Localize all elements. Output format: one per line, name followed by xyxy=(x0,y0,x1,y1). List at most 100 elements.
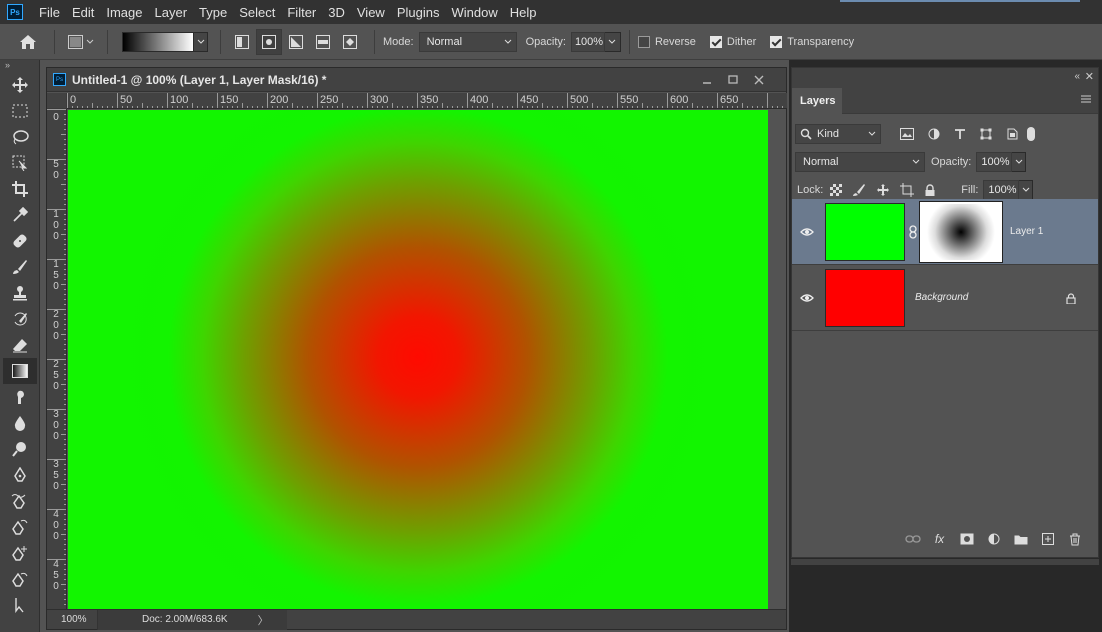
layer-opacity-dropdown[interactable] xyxy=(1012,152,1027,172)
dodge-tool[interactable] xyxy=(3,436,37,462)
menu-type[interactable]: Type xyxy=(193,5,233,20)
menu-help[interactable]: Help xyxy=(504,5,543,20)
lock-all-icon[interactable] xyxy=(924,183,936,197)
opacity-field[interactable]: 100% xyxy=(570,31,605,52)
reflected-gradient-button[interactable] xyxy=(310,29,336,55)
lock-position-icon[interactable] xyxy=(876,183,890,197)
adjustment-layer-button[interactable] xyxy=(980,533,1007,545)
angle-gradient-button[interactable] xyxy=(283,29,309,55)
healing-brush-tool[interactable] xyxy=(3,228,37,254)
transparency-checkbox[interactable] xyxy=(770,35,783,48)
move-tool[interactable] xyxy=(3,72,37,98)
mode-select[interactable]: Normal xyxy=(418,31,517,52)
lasso-tool[interactable] xyxy=(3,124,37,150)
gradient-editor-swatch[interactable] xyxy=(122,31,194,52)
type-filter-icon[interactable] xyxy=(954,128,966,140)
mask-link-toggle[interactable] xyxy=(905,224,920,239)
lock-pixels-icon[interactable] xyxy=(852,183,866,197)
toolbox-collapse-button[interactable]: » xyxy=(0,60,39,72)
minimize-button[interactable] xyxy=(694,71,720,89)
diamond-gradient-button[interactable] xyxy=(337,29,363,55)
marquee-tool[interactable] xyxy=(3,98,37,124)
blur-tool[interactable] xyxy=(3,410,37,436)
panel-resize-strip[interactable] xyxy=(791,559,1099,565)
vertical-ruler[interactable]: 0 5 0 1 0 0 1 5 0 2 0 0 2 5 0 3 0 0 3 5 … xyxy=(47,109,67,609)
layer-name[interactable]: Background xyxy=(915,292,968,303)
menu-layer[interactable]: Layer xyxy=(149,5,194,20)
status-menu-arrow[interactable]: 〉 xyxy=(258,612,269,628)
brush-tool[interactable] xyxy=(3,254,37,280)
lock-artboard-icon[interactable] xyxy=(900,183,915,197)
layer-mask-thumbnail[interactable] xyxy=(919,200,1003,263)
collapse-panel-button[interactable]: « xyxy=(1074,71,1080,82)
adjustment-filter-icon[interactable] xyxy=(928,128,940,140)
crop-tool[interactable] xyxy=(3,176,37,202)
opacity-slider-dropdown[interactable] xyxy=(604,31,621,52)
fill-dropdown[interactable] xyxy=(1019,180,1034,200)
layer-row-layer-1[interactable]: Layer 1 xyxy=(792,199,1098,265)
layer-name[interactable]: Layer 1 xyxy=(1010,226,1043,237)
gradient-tool[interactable] xyxy=(3,358,37,384)
menu-file[interactable]: File xyxy=(33,5,66,20)
image-filter-icon[interactable] xyxy=(900,128,914,140)
eyedropper-tool[interactable] xyxy=(3,202,37,228)
zoom-field[interactable]: 100% xyxy=(47,614,97,625)
blend-mode-select[interactable]: Normal xyxy=(795,152,925,172)
eraser-tool[interactable] xyxy=(3,332,37,358)
freeform-pen-tool[interactable] xyxy=(3,488,37,514)
smudge-tool[interactable] xyxy=(3,384,37,410)
filter-toggle-switch[interactable] xyxy=(1027,127,1035,141)
tool-preset-picker[interactable] xyxy=(63,30,99,54)
layer-thumbnail[interactable] xyxy=(825,268,905,327)
filter-kind-select[interactable]: Kind xyxy=(795,124,881,144)
menu-select[interactable]: Select xyxy=(233,5,281,20)
tab-layers[interactable]: Layers xyxy=(792,88,842,114)
history-brush-tool[interactable] xyxy=(3,306,37,332)
panel-menu-button[interactable] xyxy=(1080,93,1092,107)
pen-tool[interactable] xyxy=(3,462,37,488)
lock-transparent-icon[interactable] xyxy=(830,184,843,196)
document-tab[interactable]: Ps Untitled-1 @ 100% (Layer 1, Layer Mas… xyxy=(47,68,786,92)
menu-filter[interactable]: Filter xyxy=(281,5,322,20)
delete-anchor-tool[interactable] xyxy=(3,566,37,592)
radial-gradient-button[interactable] xyxy=(256,28,282,55)
menu-plugins[interactable]: Plugins xyxy=(391,5,446,20)
menu-window[interactable]: Window xyxy=(445,5,503,20)
add-anchor-tool[interactable] xyxy=(3,540,37,566)
dither-checkbox[interactable] xyxy=(709,35,722,48)
layer-style-button[interactable]: fx xyxy=(926,532,953,546)
layer-row-background[interactable]: Background xyxy=(792,265,1098,331)
ruler-origin[interactable] xyxy=(47,93,67,109)
image-canvas[interactable] xyxy=(68,110,768,609)
layer-thumbnail[interactable] xyxy=(825,202,905,261)
object-select-tool[interactable] xyxy=(3,150,37,176)
document-info[interactable]: Doc: 2.00M/683.6K 〉 xyxy=(97,609,287,630)
gradient-picker-dropdown[interactable] xyxy=(194,31,208,52)
shape-filter-icon[interactable] xyxy=(980,128,992,140)
menu-edit[interactable]: Edit xyxy=(66,5,100,20)
menu-3d[interactable]: 3D xyxy=(322,5,351,20)
reverse-checkbox[interactable] xyxy=(637,35,650,48)
curvature-pen-tool[interactable] xyxy=(3,514,37,540)
menu-view[interactable]: View xyxy=(351,5,391,20)
link-layers-button[interactable] xyxy=(899,534,926,544)
path-select-tool[interactable] xyxy=(3,592,37,618)
maximize-button[interactable] xyxy=(720,71,746,89)
smart-object-filter-icon[interactable] xyxy=(1006,128,1018,140)
add-mask-button[interactable] xyxy=(953,533,980,545)
close-button[interactable] xyxy=(746,71,772,89)
new-group-button[interactable] xyxy=(1007,534,1034,545)
document-title: Untitled-1 @ 100% (Layer 1, Layer Mask/1… xyxy=(72,72,327,87)
visibility-toggle[interactable] xyxy=(792,227,822,237)
delete-layer-button[interactable] xyxy=(1061,533,1088,546)
fill-field[interactable]: 100% xyxy=(983,180,1020,200)
close-panel-button[interactable]: ✕ xyxy=(1085,70,1094,83)
clone-stamp-tool[interactable] xyxy=(3,280,37,306)
horizontal-ruler[interactable]: 0 50 100 150 200 250 300 350 400 450 500… xyxy=(67,93,787,109)
visibility-toggle[interactable] xyxy=(792,293,822,303)
home-button[interactable] xyxy=(10,27,46,57)
new-layer-button[interactable] xyxy=(1034,533,1061,545)
linear-gradient-button[interactable] xyxy=(229,29,255,55)
menu-image[interactable]: Image xyxy=(100,5,148,20)
layer-opacity-field[interactable]: 100% xyxy=(976,152,1013,172)
